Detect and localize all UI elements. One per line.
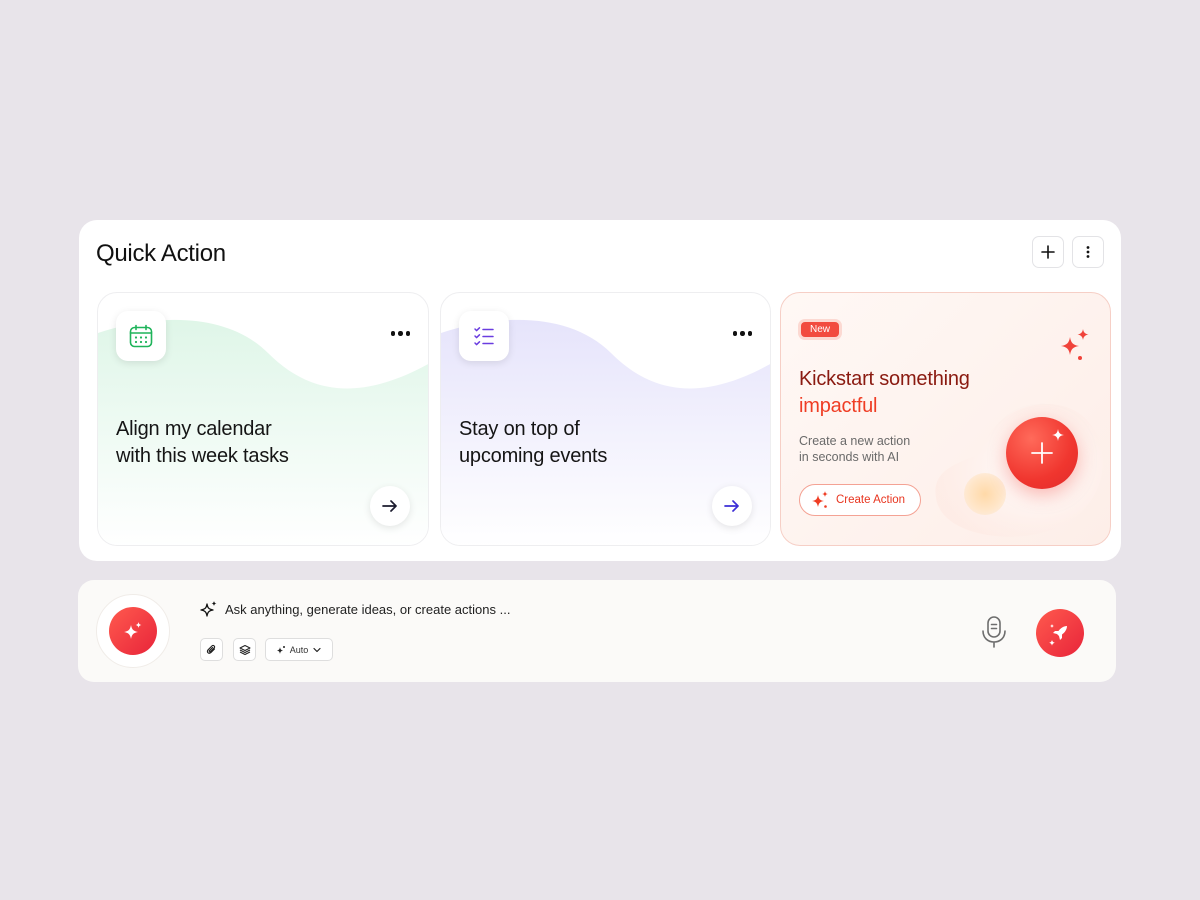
mode-select[interactable]: Auto bbox=[265, 638, 333, 661]
panel-title: Quick Action bbox=[96, 240, 226, 267]
calendar-action-card[interactable]: Align my calendar with this week tasks bbox=[97, 292, 429, 546]
card-title: Stay on top of upcoming events bbox=[459, 416, 709, 470]
voice-input-button[interactable] bbox=[976, 614, 1012, 650]
sparkle-icon bbox=[812, 491, 828, 508]
card-title-line: upcoming events bbox=[459, 445, 608, 467]
arrow-right-icon bbox=[724, 500, 739, 512]
more-options-button[interactable] bbox=[1072, 236, 1104, 268]
card-title-line: Stay on top of bbox=[459, 418, 580, 440]
sparkle-icon bbox=[276, 645, 285, 654]
ai-assistant-avatar[interactable] bbox=[96, 594, 170, 668]
layers-icon bbox=[239, 644, 250, 655]
promo-title-line: Kickstart something bbox=[799, 368, 970, 390]
glow-orb bbox=[964, 473, 1006, 515]
events-action-card[interactable]: Stay on top of upcoming events bbox=[440, 292, 771, 546]
sparkle-icon bbox=[1061, 329, 1089, 360]
paperclip-icon bbox=[206, 644, 215, 654]
calendar-icon-tile bbox=[116, 311, 166, 361]
ai-avatar-orb bbox=[109, 607, 157, 655]
chat-input[interactable]: Ask anything, generate ideas, or create … bbox=[225, 602, 510, 617]
rocket-icon bbox=[1049, 624, 1067, 646]
card-title: Align my calendar with this week tasks bbox=[116, 416, 366, 470]
layers-button[interactable] bbox=[233, 638, 256, 661]
mode-select-value: Auto bbox=[289, 644, 309, 655]
ai-chat-bar: Ask anything, generate ideas, or create … bbox=[78, 580, 1116, 682]
card-menu-button[interactable] bbox=[390, 331, 410, 336]
plus-icon bbox=[1041, 245, 1055, 259]
chevron-down-icon bbox=[313, 647, 321, 652]
chat-prompt-row[interactable]: Ask anything, generate ideas, or create … bbox=[200, 600, 510, 618]
card-menu-button[interactable] bbox=[732, 331, 752, 336]
microphone-icon bbox=[982, 616, 1006, 648]
create-action-label: Create Action bbox=[836, 494, 906, 506]
calendar-icon bbox=[129, 324, 153, 348]
arrow-right-icon bbox=[382, 500, 397, 512]
vertical-dots-icon bbox=[1086, 246, 1090, 258]
send-button[interactable] bbox=[1036, 609, 1084, 657]
create-action-promo-card: New Kickstart something impactful Create… bbox=[780, 292, 1111, 546]
create-action-button[interactable]: Create Action bbox=[799, 484, 921, 516]
promo-title: Kickstart something impactful bbox=[799, 366, 1029, 420]
open-card-button[interactable] bbox=[370, 486, 410, 526]
sparkle-icon bbox=[1052, 429, 1064, 441]
promo-subtitle: Create a new action in seconds with AI bbox=[799, 433, 939, 465]
open-card-button[interactable] bbox=[712, 486, 752, 526]
sparkle-icon bbox=[200, 601, 217, 617]
promo-subtitle-line: Create a new action bbox=[799, 434, 911, 448]
create-plus-button[interactable] bbox=[1006, 417, 1078, 489]
quick-action-panel: Quick Action Align my calendar with this… bbox=[79, 220, 1121, 561]
attach-button[interactable] bbox=[200, 638, 223, 661]
checklist-icon bbox=[474, 327, 494, 346]
add-button[interactable] bbox=[1032, 236, 1064, 268]
promo-subtitle-line: in seconds with AI bbox=[799, 450, 900, 464]
card-title-line: Align my calendar bbox=[116, 418, 272, 440]
plus-icon bbox=[1031, 442, 1053, 464]
new-badge: New bbox=[801, 322, 840, 337]
checklist-icon-tile bbox=[459, 311, 509, 361]
promo-title-accent: impactful bbox=[799, 395, 878, 417]
sparkle-icon bbox=[124, 622, 142, 639]
card-title-line: with this week tasks bbox=[116, 445, 289, 467]
